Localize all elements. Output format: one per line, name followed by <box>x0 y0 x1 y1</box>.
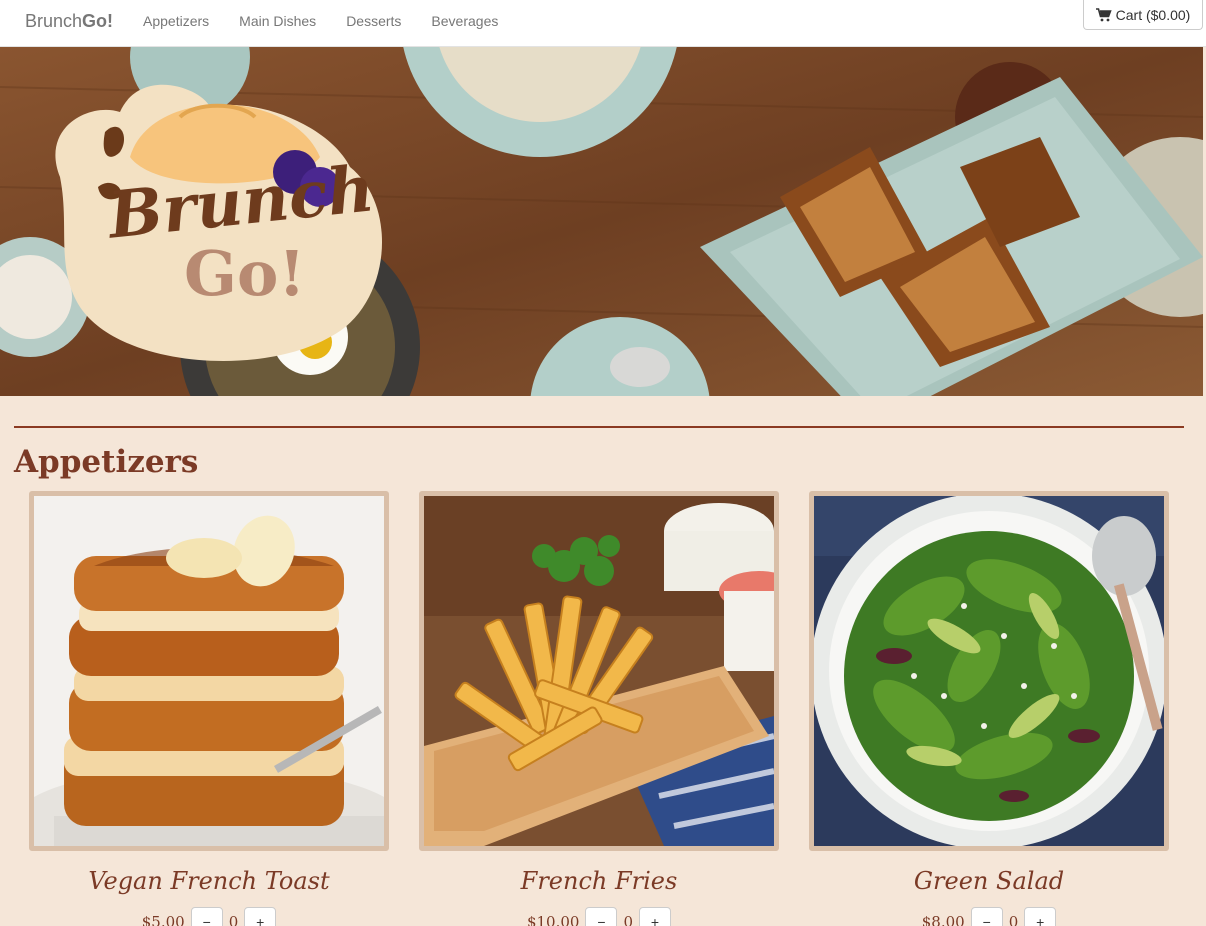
menu-card-vegan-french-toast: Vegan French Toast $5.00 − 0 + <box>29 491 389 926</box>
menu-item-image[interactable] <box>419 491 779 851</box>
nav-link-appetizers[interactable]: Appetizers <box>128 0 224 46</box>
menu-item-name: French Fries <box>520 867 678 895</box>
menu-item-image[interactable] <box>809 491 1169 851</box>
decrease-quantity-button[interactable]: − <box>970 907 1003 926</box>
brand-text-bold: Go! <box>82 11 114 31</box>
menu-item-name: Green Salad <box>913 867 1065 895</box>
menu-item-image[interactable] <box>29 491 389 851</box>
quantity-value: 0 <box>228 913 239 926</box>
quantity-value: 0 <box>1008 913 1019 926</box>
decrease-quantity-button[interactable]: − <box>585 907 618 926</box>
menu-item-price: $10.00 <box>526 913 580 926</box>
french-fries-image <box>424 496 774 846</box>
nav-links: Appetizers Main Dishes Desserts Beverage… <box>128 0 513 46</box>
logo-text-go: Go! <box>184 237 306 310</box>
navbar: BrunchGo! Appetizers Main Dishes Dessert… <box>0 0 1206 47</box>
menu-item-price: $8.00 <box>921 913 965 926</box>
shopping-cart-icon <box>1095 7 1112 21</box>
nav-link-main-dishes[interactable]: Main Dishes <box>224 0 331 46</box>
increase-quantity-button[interactable]: + <box>639 907 672 926</box>
increase-quantity-button[interactable]: + <box>1024 907 1057 926</box>
increase-quantity-button[interactable]: + <box>244 907 277 926</box>
menu-card-french-fries: French Fries $10.00 − 0 + <box>419 491 779 926</box>
green-salad-image <box>814 496 1164 846</box>
section-divider <box>14 426 1184 428</box>
brand-link[interactable]: BrunchGo! <box>25 11 113 32</box>
menu-card-green-salad: Green Salad $8.00 − 0 + <box>809 491 1169 926</box>
nav-link-desserts[interactable]: Desserts <box>331 0 416 46</box>
section-title-appetizers: Appetizers <box>14 444 199 480</box>
hero-banner: Brunch Go! <box>0 47 1203 396</box>
brand-text-light: Brunch <box>25 11 83 31</box>
decrease-quantity-button[interactable]: − <box>190 907 223 926</box>
quantity-value: 0 <box>623 913 634 926</box>
french-toast-image <box>34 496 384 846</box>
quantity-stepper: $10.00 − 0 + <box>419 907 779 926</box>
cart-button[interactable]: Cart ($0.00) <box>1083 0 1203 30</box>
menu-item-price: $5.00 <box>141 913 185 926</box>
nav-link-beverages[interactable]: Beverages <box>416 0 513 46</box>
quantity-stepper: $5.00 − 0 + <box>29 907 389 926</box>
menu-item-name: Vegan French Toast <box>88 867 330 895</box>
quantity-stepper: $8.00 − 0 + <box>809 907 1169 926</box>
cart-label: Cart ($0.00) <box>1115 6 1191 23</box>
